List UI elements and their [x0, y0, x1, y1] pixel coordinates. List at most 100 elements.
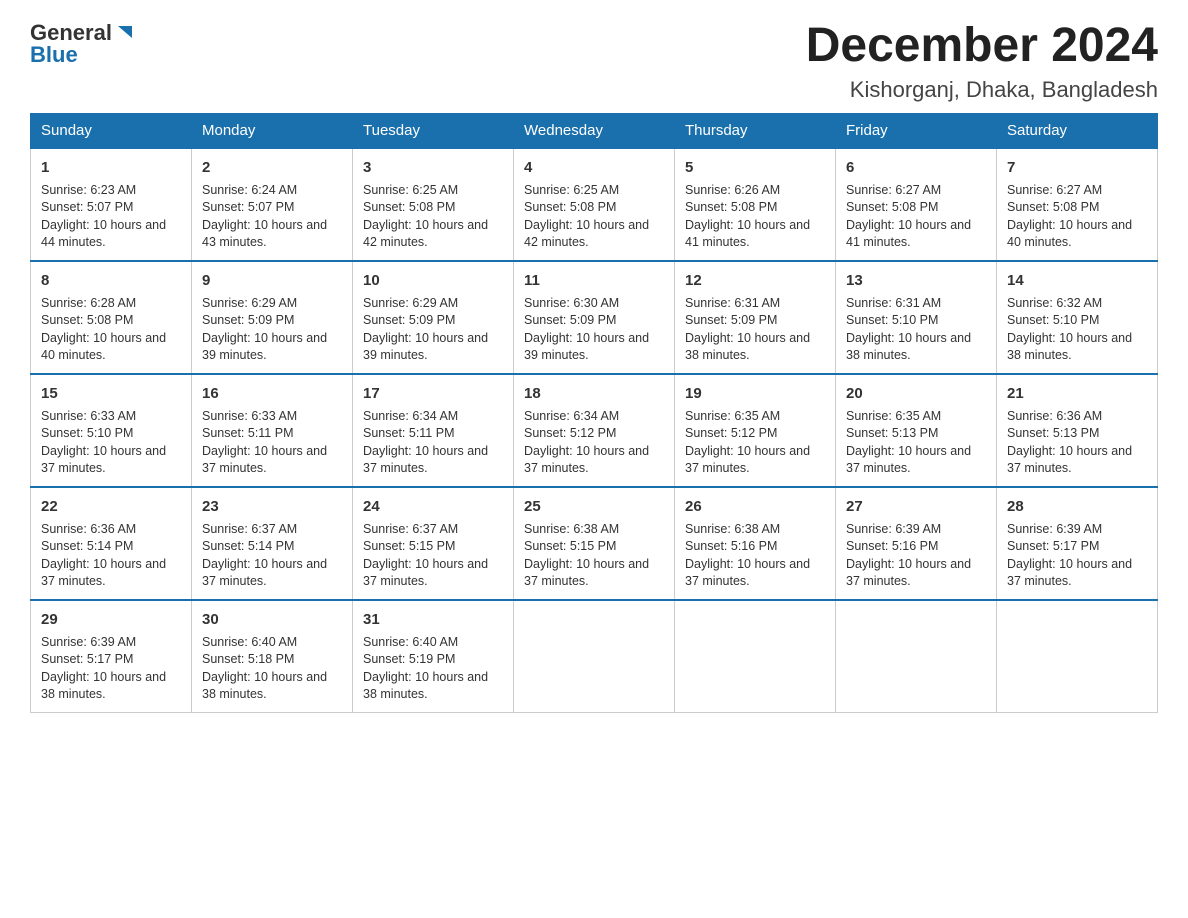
sunrise-text: Sunrise: 6:29 AM [363, 296, 458, 310]
daylight-text: Daylight: 10 hours and 38 minutes. [363, 670, 488, 702]
day-number: 7 [1007, 157, 1147, 178]
sunrise-text: Sunrise: 6:38 AM [685, 522, 780, 536]
daylight-text: Daylight: 10 hours and 42 minutes. [524, 218, 649, 250]
weekday-header-friday: Friday [836, 113, 997, 148]
daylight-text: Daylight: 10 hours and 37 minutes. [363, 444, 488, 476]
location-title: Kishorganj, Dhaka, Bangladesh [806, 77, 1158, 103]
sunrise-text: Sunrise: 6:39 AM [846, 522, 941, 536]
calendar-cell: 16Sunrise: 6:33 AMSunset: 5:11 PMDayligh… [192, 374, 353, 487]
daylight-text: Daylight: 10 hours and 37 minutes. [41, 444, 166, 476]
day-number: 15 [41, 383, 181, 404]
calendar-cell: 25Sunrise: 6:38 AMSunset: 5:15 PMDayligh… [514, 487, 675, 600]
calendar-cell [997, 600, 1158, 713]
weekday-header-monday: Monday [192, 113, 353, 148]
title-area: December 2024 Kishorganj, Dhaka, Banglad… [806, 20, 1158, 103]
daylight-text: Daylight: 10 hours and 41 minutes. [685, 218, 810, 250]
logo: General Blue [30, 20, 136, 68]
sunrise-text: Sunrise: 6:35 AM [846, 409, 941, 423]
sunrise-text: Sunrise: 6:30 AM [524, 296, 619, 310]
sunset-text: Sunset: 5:10 PM [1007, 313, 1099, 327]
daylight-text: Daylight: 10 hours and 44 minutes. [41, 218, 166, 250]
day-number: 13 [846, 270, 986, 291]
weekday-header-tuesday: Tuesday [353, 113, 514, 148]
weekday-header-thursday: Thursday [675, 113, 836, 148]
sunrise-text: Sunrise: 6:39 AM [41, 635, 136, 649]
calendar-cell: 5Sunrise: 6:26 AMSunset: 5:08 PMDaylight… [675, 148, 836, 261]
day-number: 21 [1007, 383, 1147, 404]
sunset-text: Sunset: 5:14 PM [41, 539, 133, 553]
calendar-cell: 6 Sunrise: 6:27 AM Sunset: 5:08 PM Daylight… [836, 148, 997, 261]
calendar-cell: 26Sunrise: 6:38 AMSunset: 5:16 PMDayligh… [675, 487, 836, 600]
sunrise-text: Sunrise: 6:37 AM [202, 522, 297, 536]
weekday-header-wednesday: Wednesday [514, 113, 675, 148]
calendar-cell: 21Sunrise: 6:36 AMSunset: 5:13 PMDayligh… [997, 374, 1158, 487]
sunrise-text: Sunrise: 6:27 AM [846, 183, 941, 197]
calendar-cell: 18Sunrise: 6:34 AMSunset: 5:12 PMDayligh… [514, 374, 675, 487]
sunset-text: Sunset: 5:09 PM [363, 313, 455, 327]
sunset-text: Sunset: 5:09 PM [202, 313, 294, 327]
sunrise-text: Sunrise: 6:36 AM [41, 522, 136, 536]
day-number: 6 [846, 157, 986, 178]
daylight-text: Daylight: 10 hours and 43 minutes. [202, 218, 327, 250]
week-row-1: 1 Sunrise: 6:23 AM Sunset: 5:07 PM Daylight… [31, 148, 1158, 261]
daylight-text: Daylight: 10 hours and 37 minutes. [685, 444, 810, 476]
day-number: 9 [202, 270, 342, 291]
daylight-text: Daylight: 10 hours and 37 minutes. [363, 557, 488, 589]
calendar-cell: 11Sunrise: 6:30 AMSunset: 5:09 PMDayligh… [514, 261, 675, 374]
sunset-text: Sunset: 5:07 PM [41, 200, 133, 214]
sunset-text: Sunset: 5:15 PM [363, 539, 455, 553]
sunset-text: Sunset: 5:08 PM [524, 200, 616, 214]
daylight-text: Daylight: 10 hours and 37 minutes. [685, 557, 810, 589]
daylight-text: Daylight: 10 hours and 37 minutes. [1007, 444, 1132, 476]
sunrise-text: Sunrise: 6:27 AM [1007, 183, 1102, 197]
day-number: 2 [202, 157, 342, 178]
sunset-text: Sunset: 5:19 PM [363, 652, 455, 666]
weekday-header-saturday: Saturday [997, 113, 1158, 148]
week-row-3: 15Sunrise: 6:33 AMSunset: 5:10 PMDayligh… [31, 374, 1158, 487]
sunset-text: Sunset: 5:08 PM [846, 200, 938, 214]
calendar-cell: 27Sunrise: 6:39 AMSunset: 5:16 PMDayligh… [836, 487, 997, 600]
daylight-text: Daylight: 10 hours and 40 minutes. [1007, 218, 1132, 250]
sunrise-text: Sunrise: 6:31 AM [846, 296, 941, 310]
calendar-cell: 29Sunrise: 6:39 AMSunset: 5:17 PMDayligh… [31, 600, 192, 713]
day-number: 5 [685, 157, 825, 178]
daylight-text: Daylight: 10 hours and 41 minutes. [846, 218, 971, 250]
sunrise-text: Sunrise: 6:40 AM [363, 635, 458, 649]
day-number: 4 [524, 157, 664, 178]
week-row-5: 29Sunrise: 6:39 AMSunset: 5:17 PMDayligh… [31, 600, 1158, 713]
daylight-text: Daylight: 10 hours and 42 minutes. [363, 218, 488, 250]
sunrise-text: Sunrise: 6:23 AM [41, 183, 136, 197]
sunrise-text: Sunrise: 6:28 AM [41, 296, 136, 310]
day-number: 8 [41, 270, 181, 291]
daylight-text: Daylight: 10 hours and 38 minutes. [685, 331, 810, 363]
sunrise-text: Sunrise: 6:39 AM [1007, 522, 1102, 536]
daylight-text: Daylight: 10 hours and 38 minutes. [202, 670, 327, 702]
sunrise-text: Sunrise: 6:37 AM [363, 522, 458, 536]
sunset-text: Sunset: 5:09 PM [685, 313, 777, 327]
daylight-text: Daylight: 10 hours and 37 minutes. [846, 557, 971, 589]
day-number: 3 [363, 157, 503, 178]
day-number: 11 [524, 270, 664, 291]
daylight-text: Daylight: 10 hours and 38 minutes. [41, 670, 166, 702]
sunset-text: Sunset: 5:08 PM [363, 200, 455, 214]
calendar-cell: 14Sunrise: 6:32 AMSunset: 5:10 PMDayligh… [997, 261, 1158, 374]
day-number: 31 [363, 609, 503, 630]
sunset-text: Sunset: 5:10 PM [846, 313, 938, 327]
sunrise-text: Sunrise: 6:31 AM [685, 296, 780, 310]
calendar-cell [514, 600, 675, 713]
daylight-text: Daylight: 10 hours and 37 minutes. [524, 557, 649, 589]
sunrise-text: Sunrise: 6:38 AM [524, 522, 619, 536]
daylight-text: Daylight: 10 hours and 40 minutes. [41, 331, 166, 363]
daylight-text: Daylight: 10 hours and 37 minutes. [1007, 557, 1132, 589]
sunset-text: Sunset: 5:17 PM [1007, 539, 1099, 553]
day-number: 10 [363, 270, 503, 291]
calendar-table: SundayMondayTuesdayWednesdayThursdayFrid… [30, 113, 1158, 713]
daylight-text: Daylight: 10 hours and 39 minutes. [363, 331, 488, 363]
day-number: 25 [524, 496, 664, 517]
day-number: 1 [41, 157, 181, 178]
daylight-text: Daylight: 10 hours and 37 minutes. [846, 444, 971, 476]
weekday-header-sunday: Sunday [31, 113, 192, 148]
sunrise-text: Sunrise: 6:25 AM [524, 183, 619, 197]
sunrise-text: Sunrise: 6:34 AM [524, 409, 619, 423]
calendar-cell: 30Sunrise: 6:40 AMSunset: 5:18 PMDayligh… [192, 600, 353, 713]
